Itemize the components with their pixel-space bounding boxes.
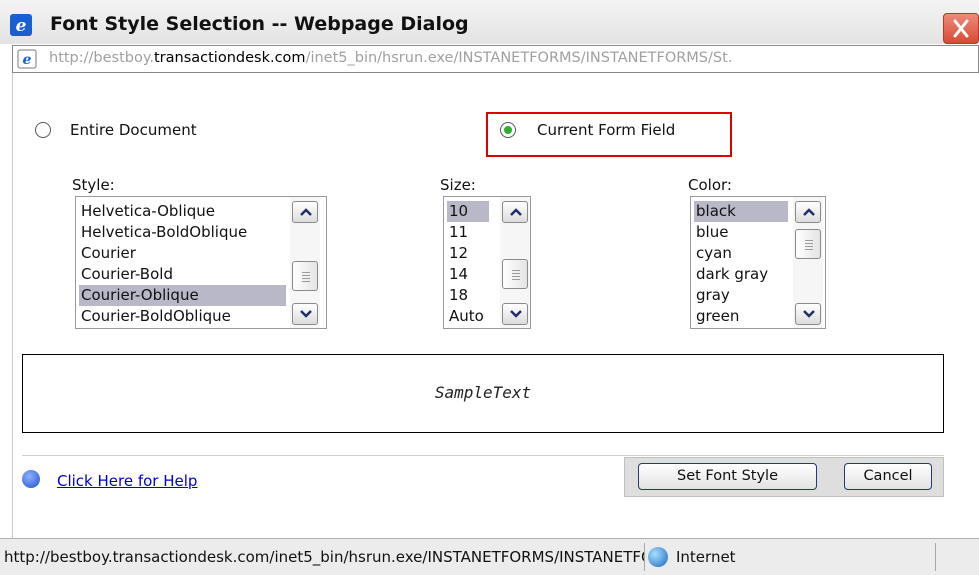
internet-globe-icon bbox=[648, 547, 668, 567]
security-zone: Internet bbox=[676, 548, 736, 566]
scroll-up-button[interactable] bbox=[795, 201, 821, 223]
page-icon: e bbox=[17, 49, 37, 69]
color-option[interactable]: green bbox=[694, 306, 788, 327]
style-option-selected[interactable]: Courier-Oblique bbox=[79, 285, 286, 306]
style-option[interactable]: Courier bbox=[79, 243, 286, 264]
color-option[interactable]: gray bbox=[694, 285, 788, 306]
size-listbox[interactable]: 10 11 12 14 18 Auto bbox=[443, 196, 531, 329]
sample-text: SampleText bbox=[434, 383, 532, 402]
size-option[interactable]: 14 bbox=[447, 264, 489, 285]
scroll-thumb[interactable] bbox=[502, 259, 528, 289]
style-listbox[interactable]: Helvetica-Oblique Helvetica-BoldOblique … bbox=[75, 196, 327, 329]
color-scrollbar[interactable] bbox=[793, 197, 823, 328]
color-option[interactable]: dark gray bbox=[694, 264, 788, 285]
close-icon bbox=[953, 19, 969, 38]
color-option-selected[interactable]: black bbox=[694, 201, 788, 222]
style-option[interactable]: Courier-BoldOblique bbox=[79, 306, 286, 327]
title-bar: e Font Style Selection -- Webpage Dialog bbox=[0, 0, 979, 44]
address-domain: transactiondesk.com bbox=[153, 50, 306, 66]
svg-text:e: e bbox=[16, 16, 27, 36]
close-button[interactable] bbox=[943, 13, 979, 44]
status-separator bbox=[935, 543, 936, 571]
svg-text:e: e bbox=[23, 52, 32, 68]
scroll-thumb[interactable] bbox=[795, 229, 821, 259]
size-option[interactable]: 11 bbox=[447, 222, 489, 243]
address-bar: e http://bestboy.transactiondesk.com/ine… bbox=[12, 45, 979, 73]
color-option[interactable]: cyan bbox=[694, 243, 788, 264]
divider bbox=[22, 455, 944, 456]
size-option[interactable]: 12 bbox=[447, 243, 489, 264]
size-option-selected[interactable]: 10 bbox=[447, 201, 489, 222]
scroll-up-button[interactable] bbox=[502, 201, 528, 223]
set-font-style-button[interactable]: Set Font Style bbox=[638, 463, 817, 490]
chevron-up-icon bbox=[803, 208, 815, 216]
address-suffix: /inet5_bin/hsrun.exe/INSTANETFORMS/INSTA… bbox=[305, 50, 733, 66]
chevron-down-icon bbox=[803, 310, 815, 318]
entire-document-radio[interactable] bbox=[35, 122, 51, 138]
scroll-thumb[interactable] bbox=[292, 261, 318, 291]
chevron-up-icon bbox=[510, 208, 522, 216]
scroll-up-button[interactable] bbox=[292, 201, 318, 223]
address-prefix: http://bestboy. bbox=[49, 50, 154, 66]
scroll-down-button[interactable] bbox=[502, 303, 528, 325]
size-label: Size: bbox=[440, 176, 476, 194]
sample-preview-box: SampleText bbox=[22, 354, 944, 433]
size-option[interactable]: Auto bbox=[447, 306, 489, 327]
button-group: Set Font Style Cancel bbox=[624, 457, 944, 497]
size-scrollbar[interactable] bbox=[500, 197, 530, 328]
scroll-down-button[interactable] bbox=[795, 303, 821, 325]
status-separator bbox=[644, 543, 645, 571]
status-bar: http://bestboy.transactiondesk.com/inet5… bbox=[0, 538, 979, 575]
color-listbox[interactable]: black blue cyan dark gray gray green bbox=[690, 196, 826, 329]
window-title: Font Style Selection -- Webpage Dialog bbox=[50, 13, 469, 35]
status-url: http://bestboy.transactiondesk.com/inet5… bbox=[4, 548, 644, 566]
current-form-field-radio[interactable] bbox=[500, 122, 516, 138]
ie-logo-icon: e bbox=[10, 14, 32, 36]
size-option[interactable]: 18 bbox=[447, 285, 489, 306]
current-form-field-label: Current Form Field bbox=[537, 121, 676, 139]
chevron-down-icon bbox=[300, 310, 312, 318]
help-link[interactable]: Click Here for Help bbox=[57, 472, 197, 490]
color-option[interactable]: blue bbox=[694, 222, 788, 243]
style-scrollbar[interactable] bbox=[290, 197, 320, 328]
style-option[interactable]: Courier-Bold bbox=[79, 264, 286, 285]
address-url: http://bestboy.transactiondesk.com/inet5… bbox=[49, 50, 732, 66]
chevron-down-icon bbox=[510, 310, 522, 318]
color-label: Color: bbox=[688, 176, 732, 194]
help-icon[interactable] bbox=[22, 470, 40, 488]
cancel-button[interactable]: Cancel bbox=[844, 463, 932, 490]
style-option[interactable]: Helvetica-Oblique bbox=[79, 201, 286, 222]
style-label: Style: bbox=[72, 176, 115, 194]
chevron-up-icon bbox=[300, 208, 312, 216]
style-option[interactable]: Helvetica-BoldOblique bbox=[79, 222, 286, 243]
scroll-down-button[interactable] bbox=[292, 303, 318, 325]
entire-document-label: Entire Document bbox=[70, 121, 197, 139]
